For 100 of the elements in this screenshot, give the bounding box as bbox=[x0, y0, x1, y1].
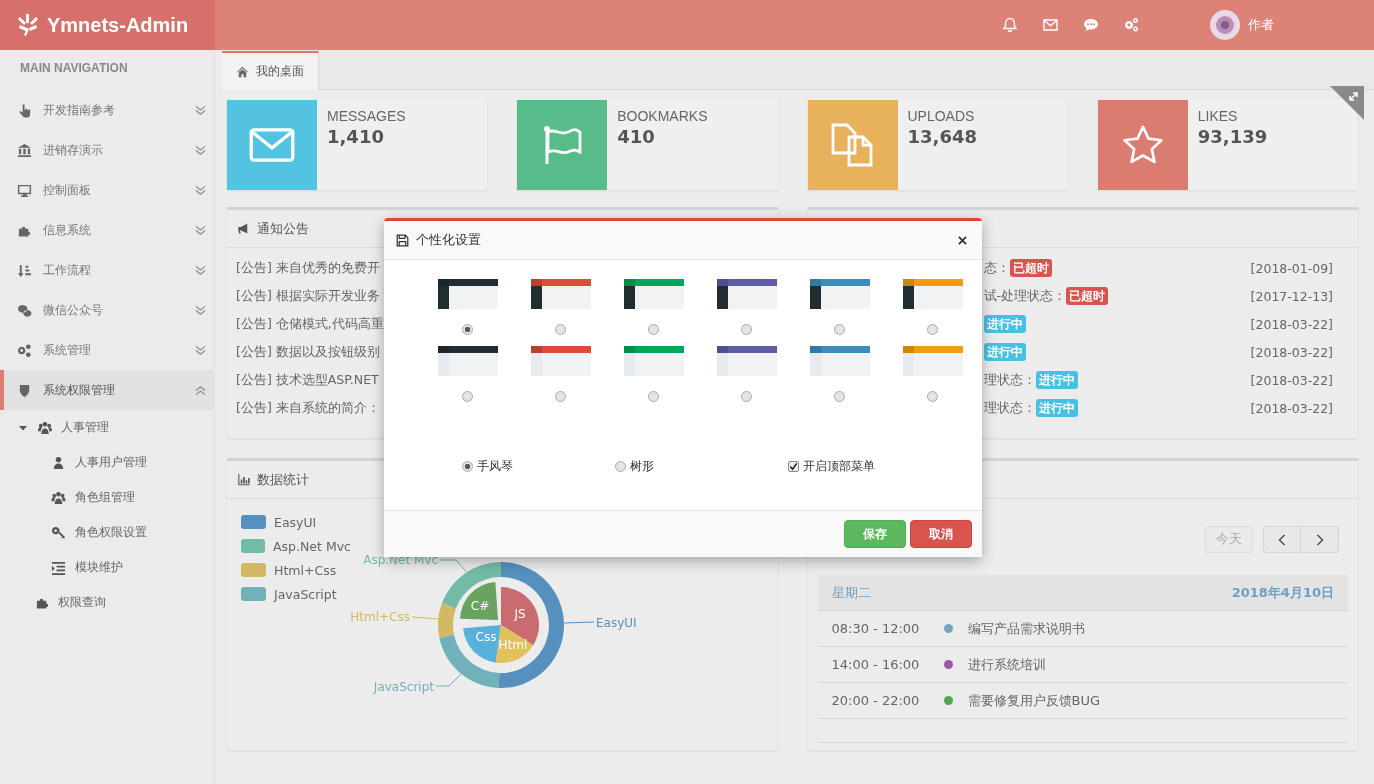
menu-style-option[interactable]: 树形 bbox=[615, 458, 788, 475]
nav-subitem[interactable]: 模块维护 bbox=[0, 550, 214, 585]
menu-style-option[interactable]: 手风琴 bbox=[462, 458, 615, 475]
theme-radio[interactable] bbox=[462, 391, 473, 402]
nav-item[interactable]: 进销存演示 bbox=[0, 130, 214, 170]
status-badge: 已超时 bbox=[1066, 287, 1108, 305]
stat-value: 1,410 bbox=[327, 126, 385, 147]
theme-radio[interactable] bbox=[648, 391, 659, 402]
chevron-up-icon bbox=[195, 384, 206, 396]
event-title[interactable]: 需要修复用户反馈BUG bbox=[967, 691, 1100, 710]
event-time: 20:00 - 22:00 bbox=[831, 693, 921, 708]
leader-line bbox=[563, 621, 595, 624]
task-link[interactable]: 试-处理状态： bbox=[983, 287, 1066, 305]
tab[interactable]: 我的桌面 bbox=[222, 51, 319, 90]
nav-item[interactable]: 开发指南参考 bbox=[0, 90, 214, 130]
leader-line bbox=[439, 559, 470, 576]
nav-item[interactable]: 信息系统 bbox=[0, 210, 214, 250]
top-menu-option[interactable]: 开启顶部菜单 bbox=[788, 458, 875, 475]
theme-radio[interactable] bbox=[834, 324, 845, 335]
chevron-down-icon bbox=[195, 344, 206, 356]
chat-icon bbox=[17, 302, 32, 318]
nav-subitem[interactable]: 角色权限设置 bbox=[0, 515, 214, 550]
event-title[interactable]: 编写产品需求说明书 bbox=[967, 619, 1085, 638]
weekday-label: 星期二 bbox=[831, 583, 871, 602]
nav-item[interactable]: 系统权限管理 bbox=[0, 370, 214, 410]
nav-subitem[interactable]: 角色组管理 bbox=[0, 480, 214, 515]
theme-preview[interactable] bbox=[809, 279, 870, 309]
theme-preview[interactable] bbox=[716, 279, 777, 309]
event-time: 14:00 - 16:00 bbox=[831, 657, 921, 672]
legend-label[interactable]: Html+Css bbox=[274, 562, 337, 578]
nav-heading: MAIN NAVIGATION bbox=[19, 60, 129, 77]
slice-label: EasyUI bbox=[596, 616, 637, 630]
legend-label[interactable]: EasyUI bbox=[274, 514, 317, 530]
theme-radio[interactable] bbox=[927, 391, 938, 402]
legend-label[interactable]: Asp.Net Mvc bbox=[273, 538, 351, 554]
avatar[interactable] bbox=[1210, 10, 1240, 40]
hand-icon bbox=[17, 102, 32, 118]
slice-label: Css bbox=[475, 630, 497, 644]
theme-preview[interactable] bbox=[716, 346, 777, 376]
expand-corner-icon[interactable] bbox=[1330, 86, 1364, 120]
panel-title: 数据统计 bbox=[257, 470, 309, 489]
task-date: [2018-03-22] bbox=[1250, 400, 1333, 416]
nav-subitem[interactable]: 人事用户管理 bbox=[0, 445, 214, 480]
gears-icon bbox=[17, 342, 32, 358]
nav-item[interactable]: 系统管理 bbox=[0, 330, 214, 370]
theme-preview[interactable] bbox=[623, 279, 684, 309]
task-date: [2018-01-09] bbox=[1250, 260, 1333, 276]
cancel-button[interactable]: 取消 bbox=[910, 520, 972, 548]
theme-radio[interactable] bbox=[741, 391, 752, 402]
theme-preview[interactable] bbox=[437, 346, 498, 376]
theme-radio[interactable] bbox=[555, 324, 566, 335]
status-badge: 进行中 bbox=[983, 343, 1026, 361]
close-icon[interactable] bbox=[958, 235, 967, 245]
task-link[interactable]: 态： bbox=[983, 259, 1010, 277]
nav-item[interactable]: 工作流程 bbox=[0, 250, 214, 290]
chevron-down-icon bbox=[195, 224, 206, 236]
bell-icon[interactable] bbox=[1002, 17, 1018, 33]
theme-preview[interactable] bbox=[902, 279, 963, 309]
checkbox[interactable] bbox=[788, 461, 799, 472]
users-icon bbox=[51, 490, 66, 505]
gears-icon[interactable] bbox=[1123, 17, 1140, 33]
user-name[interactable]: 作者 bbox=[1248, 16, 1274, 34]
theme-preview[interactable] bbox=[437, 279, 498, 309]
theme-preview[interactable] bbox=[530, 279, 591, 309]
nav-item[interactable]: 微信公众号 bbox=[0, 290, 214, 330]
task-date: [2018-03-22] bbox=[1250, 316, 1333, 332]
theme-radio[interactable] bbox=[462, 324, 473, 335]
users-icon bbox=[37, 420, 53, 435]
bank-icon bbox=[17, 142, 32, 158]
status-badge: 进行中 bbox=[1035, 371, 1078, 389]
legend-label[interactable]: JavaScript bbox=[274, 586, 337, 602]
status-badge: 进行中 bbox=[983, 315, 1026, 333]
logo[interactable]: Ymnets-Admin bbox=[0, 0, 215, 50]
event-title[interactable]: 进行系统培训 bbox=[967, 655, 1046, 674]
task-date: [2017-12-13] bbox=[1250, 288, 1333, 304]
nav-item[interactable]: 控制面板 bbox=[0, 170, 214, 210]
star-icon bbox=[1121, 124, 1164, 166]
chat-icon[interactable] bbox=[1083, 17, 1099, 33]
theme-radio[interactable] bbox=[834, 391, 845, 402]
legend-swatch[interactable] bbox=[241, 515, 266, 529]
mail-icon[interactable] bbox=[1042, 17, 1059, 33]
task-link[interactable]: 理状态： bbox=[983, 399, 1036, 417]
stat-label: BOOKMARKS bbox=[617, 108, 708, 124]
legend-swatch[interactable] bbox=[241, 587, 266, 601]
task-link[interactable]: 理状态： bbox=[983, 371, 1036, 389]
theme-radio[interactable] bbox=[927, 324, 938, 335]
legend-swatch[interactable] bbox=[241, 563, 266, 577]
panel-title: 通知公告 bbox=[257, 219, 309, 238]
theme-radio[interactable] bbox=[648, 324, 659, 335]
radio[interactable] bbox=[615, 461, 626, 472]
theme-radio[interactable] bbox=[555, 391, 566, 402]
legend-swatch[interactable] bbox=[241, 539, 266, 553]
theme-radio[interactable] bbox=[741, 324, 752, 335]
radio[interactable] bbox=[462, 461, 473, 472]
chevron-down-icon bbox=[195, 304, 206, 316]
flag-icon bbox=[542, 125, 583, 165]
nav-subitem[interactable]: 人事管理 bbox=[0, 410, 214, 445]
nav-subitem[interactable]: 权限查询 bbox=[0, 585, 214, 620]
logo-icon bbox=[16, 13, 40, 37]
status-badge: 进行中 bbox=[1035, 399, 1078, 417]
